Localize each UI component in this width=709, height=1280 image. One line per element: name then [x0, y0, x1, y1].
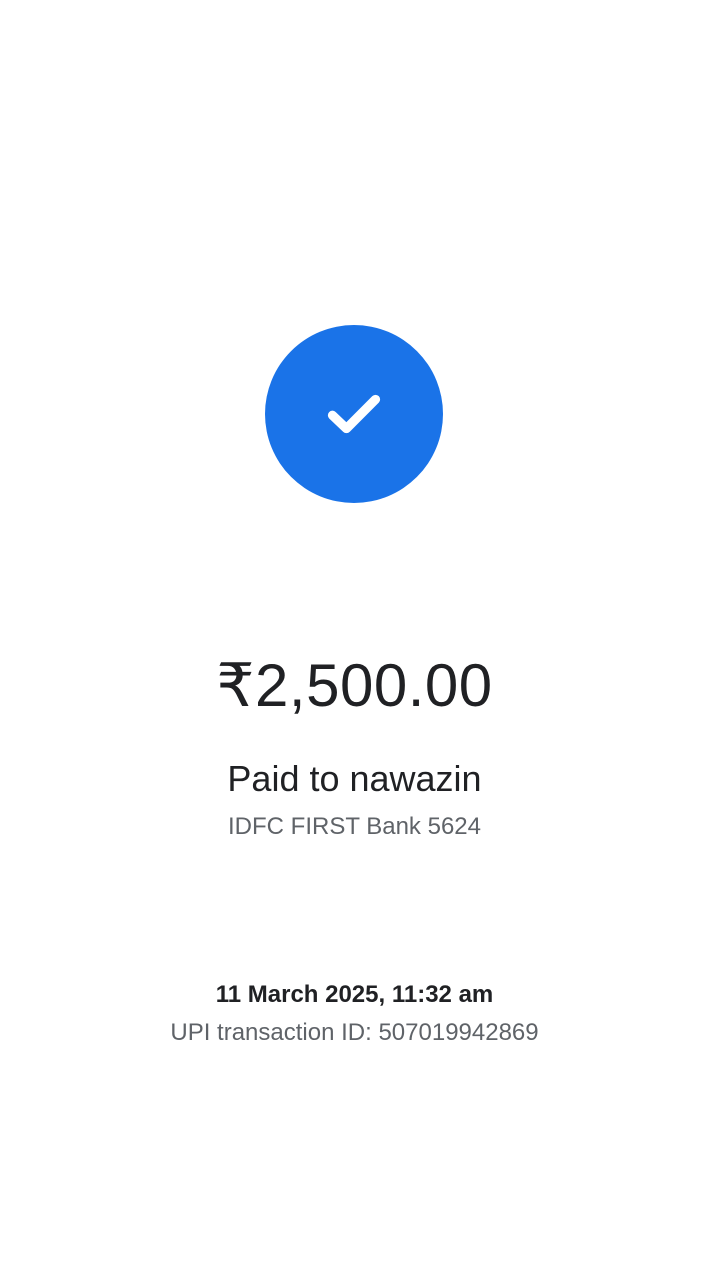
check-icon: [327, 394, 381, 434]
payment-amount: ₹2,500.00: [216, 652, 493, 719]
payment-success-badge: [265, 325, 443, 503]
payment-datetime: 11 March 2025, 11:32 am: [215, 981, 494, 1008]
bank-account: IDFC FIRST Bank 5624: [228, 813, 481, 840]
payee-line: Paid to nawazin: [227, 758, 482, 799]
upi-transaction-id: UPI transaction ID: 507019942869: [170, 1019, 539, 1046]
